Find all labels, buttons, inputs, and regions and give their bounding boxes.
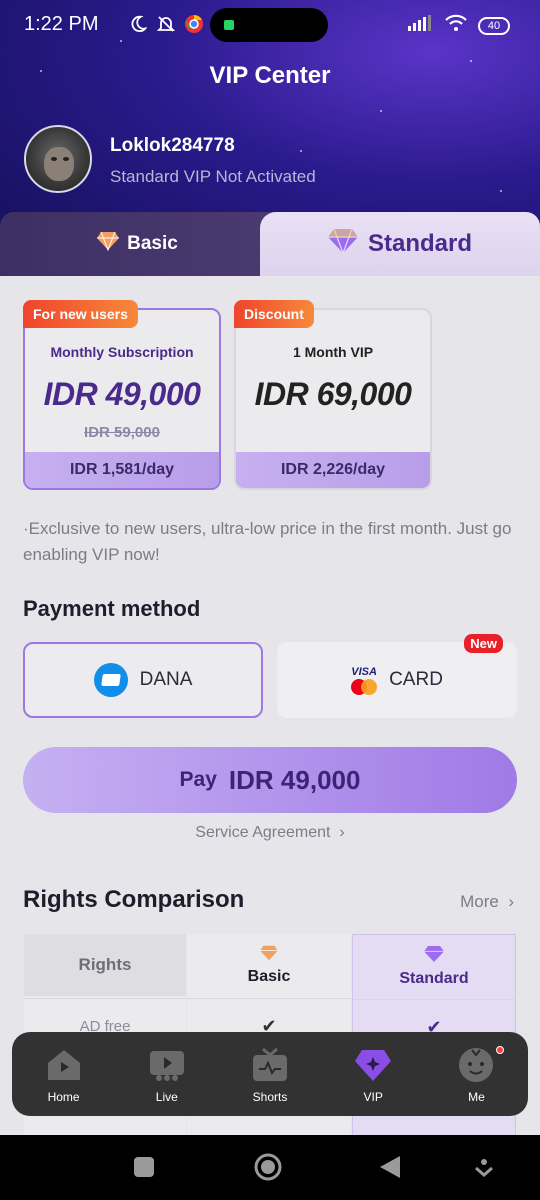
tab-basic[interactable]: Basic [0,212,275,276]
pay-button[interactable]: Pay IDR 49,000 [23,747,517,813]
visa-mastercard-icon: VISA [351,665,378,695]
payment-card[interactable]: VISA CARD New [277,634,517,718]
pay-button-amount: IDR 49,000 [228,764,361,795]
avatar[interactable] [24,125,92,193]
moon-icon [128,14,148,34]
basic-header-label: Basic [247,967,291,985]
nav-shorts-label: Shorts [252,1090,288,1104]
plan-card-1-month[interactable]: Discount 1 Month VIP IDR 69,000 IDR 2,22… [234,300,432,490]
system-status-icons: 40 [408,14,510,37]
page-title: VIP Center [209,62,331,89]
bell-off-icon [156,14,176,34]
nav-me-label: Me [468,1090,485,1104]
chevron-right-icon: › [503,892,514,911]
vip-icon [354,1046,392,1084]
live-icon [148,1046,186,1084]
me-icon [457,1046,495,1084]
shorts-icon [251,1046,289,1084]
plan-price: IDR 69,000 [254,376,412,412]
signal-icon [408,15,434,36]
plan-tag: Discount [234,300,314,328]
nav-live-label: Live [155,1090,178,1104]
rights-comparison-title: Rights Comparison [23,886,245,913]
more-label: More [460,892,499,911]
recent-apps-icon[interactable] [130,1153,158,1181]
service-agreement-label: Service Agreement [195,824,331,841]
plan-old-price: IDR 59,000 [84,424,160,441]
plan-price: IDR 49,000 [43,376,201,412]
basic-header: Basic [187,934,351,996]
main-content: For new users Monthly Subscription IDR 4… [0,276,540,1154]
service-agreement-link[interactable]: Service Agreement › [0,824,540,842]
payment-dana-label: DANA [139,669,193,690]
tab-standard-label: Standard [367,230,472,257]
plan-note: ·Exclusive to new users, ultra-low price… [23,519,512,564]
tab-standard[interactable]: Standard [260,212,540,276]
home-icon [45,1046,83,1084]
nav-live[interactable]: Live [115,1032,218,1116]
standard-header-label: Standard [399,969,469,987]
chevron-right-icon: › [334,824,345,841]
diamond-orange-icon [260,945,278,966]
pay-button-label: Pay [179,768,217,791]
wifi-icon [444,14,468,37]
dana-icon [93,663,128,697]
plan-per-day: IDR 2,226/day [236,452,430,488]
back-icon[interactable] [376,1153,404,1181]
visa-logo-text: VISA [351,665,377,678]
payment-card-label: CARD [389,669,443,690]
payment-dana[interactable]: DANA [23,642,263,718]
system-navigation [0,1135,540,1200]
nav-home-label: Home [47,1090,80,1104]
diamond-purple-icon [424,945,444,968]
diamond-purple-icon [327,228,358,261]
diamond-orange-icon [97,231,120,257]
vip-status: Standard VIP Not Activated [110,167,316,186]
home-button-icon[interactable] [254,1153,282,1181]
status-time: 1:22 PM [24,13,99,35]
plan-name: 1 Month VIP [292,344,374,360]
payment-method-title: Payment method [23,596,201,621]
nav-me[interactable]: Me [425,1032,528,1116]
more-link[interactable]: More › [460,892,514,912]
battery-icon: 40 [478,16,510,35]
new-badge: New [464,634,503,653]
nav-home[interactable]: Home [12,1032,115,1116]
chrome-icon [184,14,204,34]
plan-card-monthly[interactable]: For new users Monthly Subscription IDR 4… [23,300,221,490]
status-bar: 1:22 PM 40 [0,0,540,50]
plan-name: Monthly Subscription [50,344,194,360]
username: Loklok284778 [110,135,235,156]
camera-cutout [210,8,328,42]
assistant-icon[interactable] [470,1153,498,1181]
tab-basic-label: Basic [127,233,178,254]
bottom-nav: Home Live Shorts VIP Me [12,1032,528,1116]
nav-vip-label: VIP [363,1090,383,1104]
plan-tag: For new users [23,300,138,328]
nav-shorts[interactable]: Shorts [218,1032,321,1116]
notification-dot [496,1046,505,1054]
rights-header: Rights [24,934,186,996]
plan-per-day: IDR 1,581/day [25,452,219,488]
nav-vip[interactable]: VIP [322,1032,425,1116]
tier-tabs: Basic Standard [0,212,540,276]
standard-header: Standard [353,935,515,997]
